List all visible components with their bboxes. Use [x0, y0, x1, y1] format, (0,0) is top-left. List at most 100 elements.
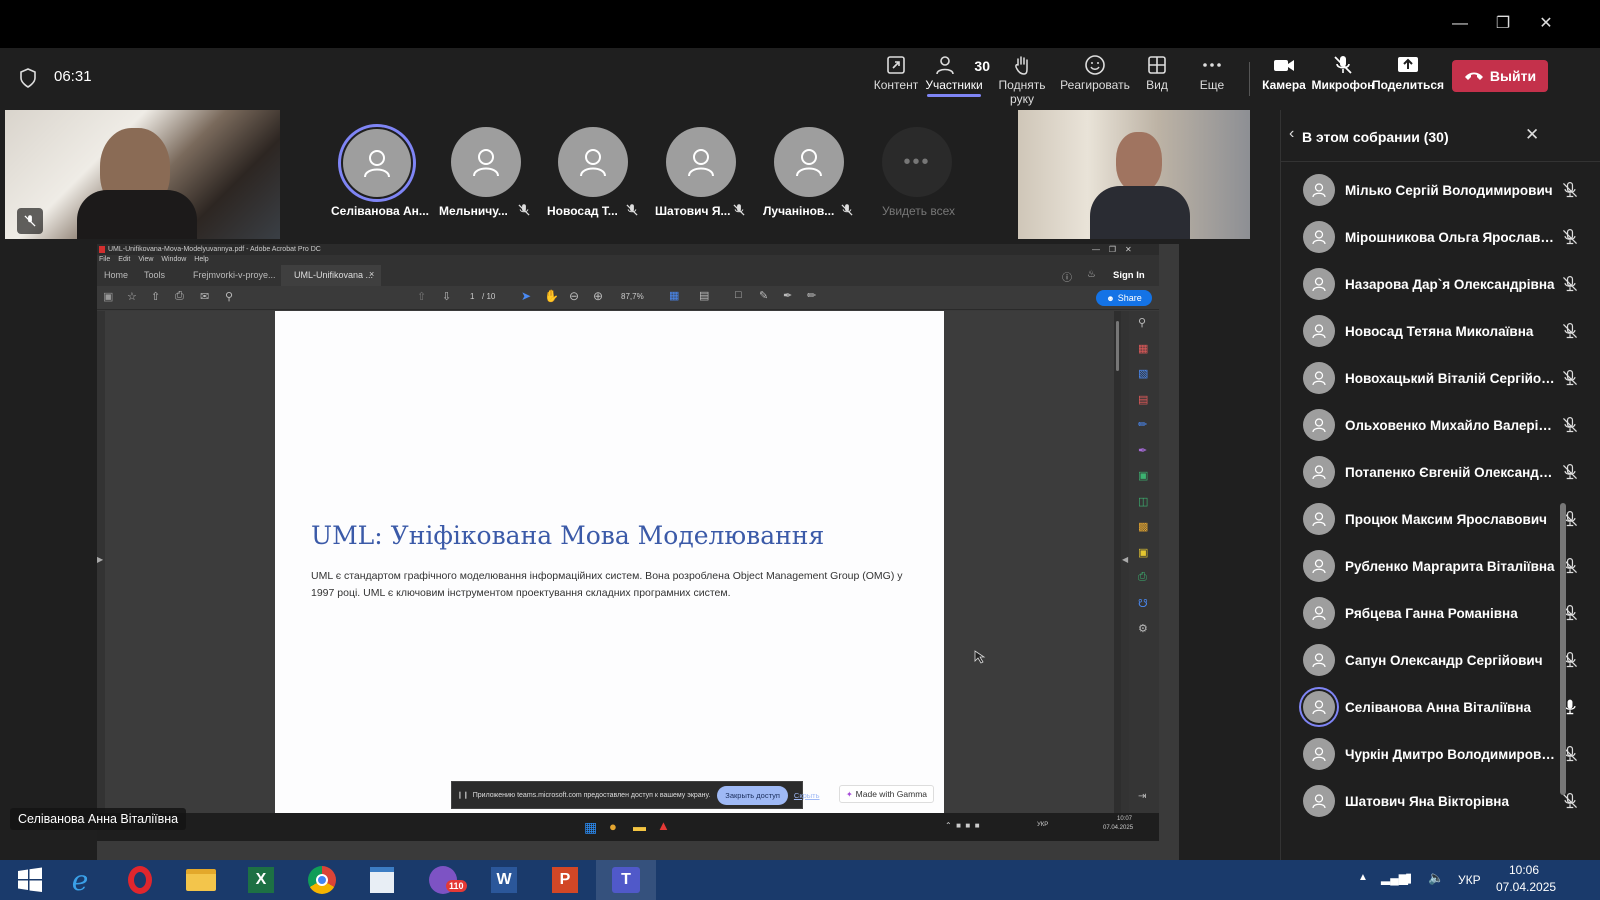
close-window-button[interactable]: ✕ — [1532, 10, 1560, 38]
page-number[interactable]: 1 — [470, 292, 474, 301]
participant-tile-active[interactable] — [338, 124, 416, 202]
word-icon[interactable]: W — [474, 860, 534, 900]
menu-help[interactable]: Help — [194, 255, 208, 265]
print-production-icon[interactable]: ⎙ — [1138, 571, 1147, 584]
participant-row[interactable]: Потапенко Євгеній Олександро... — [1303, 452, 1579, 492]
more-tools-icon[interactable]: ⚙ — [1138, 622, 1148, 635]
avatar[interactable] — [666, 127, 736, 197]
file-explorer-icon[interactable] — [171, 860, 231, 900]
avatar[interactable] — [774, 127, 844, 197]
tray-chevron-icon[interactable]: ▲ — [1358, 872, 1368, 883]
participant-row[interactable]: Чуркін Дмитро Володимирович — [1303, 734, 1579, 774]
raise-hand-button[interactable]: Поднять руку — [986, 54, 1058, 106]
stop-sharing-button[interactable]: Закрыть доступ — [717, 785, 788, 805]
avatar[interactable] — [451, 127, 521, 197]
internet-explorer-icon[interactable]: e — [50, 860, 110, 900]
participant-row[interactable]: Мілько Сергій Володимирович — [1303, 170, 1579, 210]
menu-view[interactable]: View — [138, 255, 153, 265]
zoom-tool-icon[interactable]: ⚲ — [1138, 316, 1146, 329]
protect-icon[interactable]: ☋ — [1138, 597, 1148, 610]
edit-icon[interactable]: ✏ — [807, 289, 816, 302]
microphone-button[interactable]: Микрофон — [1307, 54, 1379, 92]
tab-document-1[interactable]: Frejmvorki-v-proye... — [193, 270, 276, 280]
star-icon[interactable]: ☆ — [127, 290, 137, 303]
comment-icon[interactable]: □ — [735, 289, 742, 301]
scroll-mode-icon[interactable]: ▤ — [699, 289, 709, 302]
search-icon[interactable]: ⚲ — [225, 290, 233, 303]
zoom-level[interactable]: 87,7% — [621, 292, 644, 301]
teams-icon[interactable]: T — [596, 860, 656, 900]
participant-row[interactable]: Новосад Тетяна Миколаївна — [1303, 311, 1579, 351]
print-icon[interactable]: ⎙ — [175, 290, 184, 303]
select-cursor-icon[interactable]: ➤ — [521, 289, 531, 303]
tab-document-2[interactable]: UML-Unifikovana ... × — [281, 265, 381, 286]
participant-row[interactable]: Рябцева Ганна Романівна — [1303, 593, 1579, 633]
participant-row[interactable]: Шатович Яна Вікторівна — [1303, 781, 1579, 821]
tab-home[interactable]: Home — [104, 270, 128, 280]
collapse-rail-icon[interactable]: ⇥ — [1138, 791, 1146, 802]
mail-icon[interactable]: ✉ — [200, 290, 209, 303]
bell-icon[interactable]: ♨ — [1087, 269, 1096, 280]
right-panel-toggle[interactable]: ◀ — [1121, 311, 1129, 813]
combine-icon[interactable]: ▩ — [1138, 520, 1148, 533]
edit-pdf-icon[interactable]: ✒ — [1138, 444, 1147, 457]
acrobat-window-controls[interactable]: — ❐ ✕ — [1092, 244, 1132, 255]
close-tab-icon[interactable]: × — [369, 269, 374, 279]
participants-button[interactable]: 30 Участники — [918, 54, 990, 97]
fill-sign-icon[interactable]: ✏ — [1138, 418, 1147, 431]
upload-icon[interactable]: ⇧ — [151, 290, 160, 303]
organize-pages-icon[interactable]: ▤ — [1138, 393, 1148, 406]
save-icon[interactable]: ▣ — [103, 290, 113, 303]
signal-icon[interactable]: ▂▄▆ — [1381, 871, 1408, 885]
close-panel-icon[interactable]: ✕ — [1525, 125, 1539, 145]
menu-window[interactable]: Window — [161, 255, 186, 265]
participant-row[interactable]: Процюк Максим Ярославович — [1303, 499, 1579, 539]
powerpoint-icon[interactable]: P — [535, 860, 595, 900]
back-chevron-icon[interactable]: ‹ — [1289, 125, 1294, 143]
chrome-icon[interactable]: ● — [609, 819, 617, 834]
chrome-icon[interactable] — [292, 860, 352, 900]
folder-icon[interactable]: ▬ — [633, 819, 646, 834]
language-indicator[interactable]: УКР — [1458, 873, 1481, 887]
excel-icon[interactable]: X — [231, 860, 291, 900]
minimize-button[interactable]: — — [1446, 10, 1474, 38]
help-icon[interactable]: ⓘ — [1062, 269, 1072, 284]
zoom-out-icon[interactable]: ⊖ — [569, 289, 579, 303]
see-all-button[interactable]: ••• — [882, 127, 952, 197]
acrobat-icon[interactable]: ▲ — [657, 818, 670, 833]
compare-icon[interactable]: ◫ — [1138, 495, 1148, 508]
participant-row[interactable]: Мірошникова Ольга Ярославів... — [1303, 217, 1579, 257]
volume-icon[interactable]: 🔈 — [1428, 870, 1444, 886]
panel-scrollbar-thumb[interactable] — [1560, 503, 1566, 795]
leave-button[interactable]: Выйти — [1452, 60, 1548, 92]
clock-time[interactable]: 10:06 — [1509, 863, 1539, 877]
menu-file[interactable]: File — [99, 255, 110, 265]
clock-date[interactable]: 07.04.2025 — [1496, 880, 1556, 894]
pdf-scrollbar-thumb[interactable] — [1116, 321, 1119, 371]
opera-icon[interactable] — [110, 860, 170, 900]
windows-start-icon[interactable]: ▦ — [584, 819, 597, 836]
restore-button[interactable]: ❐ — [1489, 10, 1517, 38]
fit-page-icon[interactable]: ▦ — [669, 289, 679, 302]
menu-edit[interactable]: Edit — [118, 255, 130, 265]
zoom-in-icon[interactable]: ⊕ — [593, 289, 603, 303]
sign-in-link[interactable]: Sign In — [1113, 270, 1145, 281]
share-pdf-button[interactable]: ☻ Share — [1096, 290, 1152, 306]
participant-row[interactable]: Новохацький Віталій Сергійович — [1303, 358, 1579, 398]
sign-icon[interactable]: ✒ — [783, 289, 792, 302]
gamma-badge[interactable]: ✦ Made with Gamma — [839, 785, 934, 803]
video-tile-1[interactable] — [5, 110, 280, 239]
hide-notice-link[interactable]: Скрыть — [794, 791, 820, 800]
pen-icon[interactable]: ✎ — [759, 289, 768, 302]
pdf-scrollbar[interactable] — [1114, 311, 1121, 813]
comment-tool-icon[interactable]: ▣ — [1138, 546, 1148, 559]
battery-icon[interactable]: ▮ — [1405, 870, 1412, 886]
more-button[interactable]: Еще — [1176, 54, 1248, 92]
request-sign-icon[interactable]: ▣ — [1138, 469, 1148, 482]
export-pdf-icon[interactable]: ▦ — [1138, 342, 1148, 355]
page-up-icon[interactable]: ⇧ — [417, 290, 426, 303]
participant-row[interactable]: Ольховенко Михайло Валерійо... — [1303, 405, 1579, 445]
create-pdf-icon[interactable]: ▧ — [1138, 367, 1148, 380]
inner-lang[interactable]: УКР — [1037, 822, 1048, 828]
left-panel-toggle[interactable]: ▶ — [97, 311, 105, 813]
